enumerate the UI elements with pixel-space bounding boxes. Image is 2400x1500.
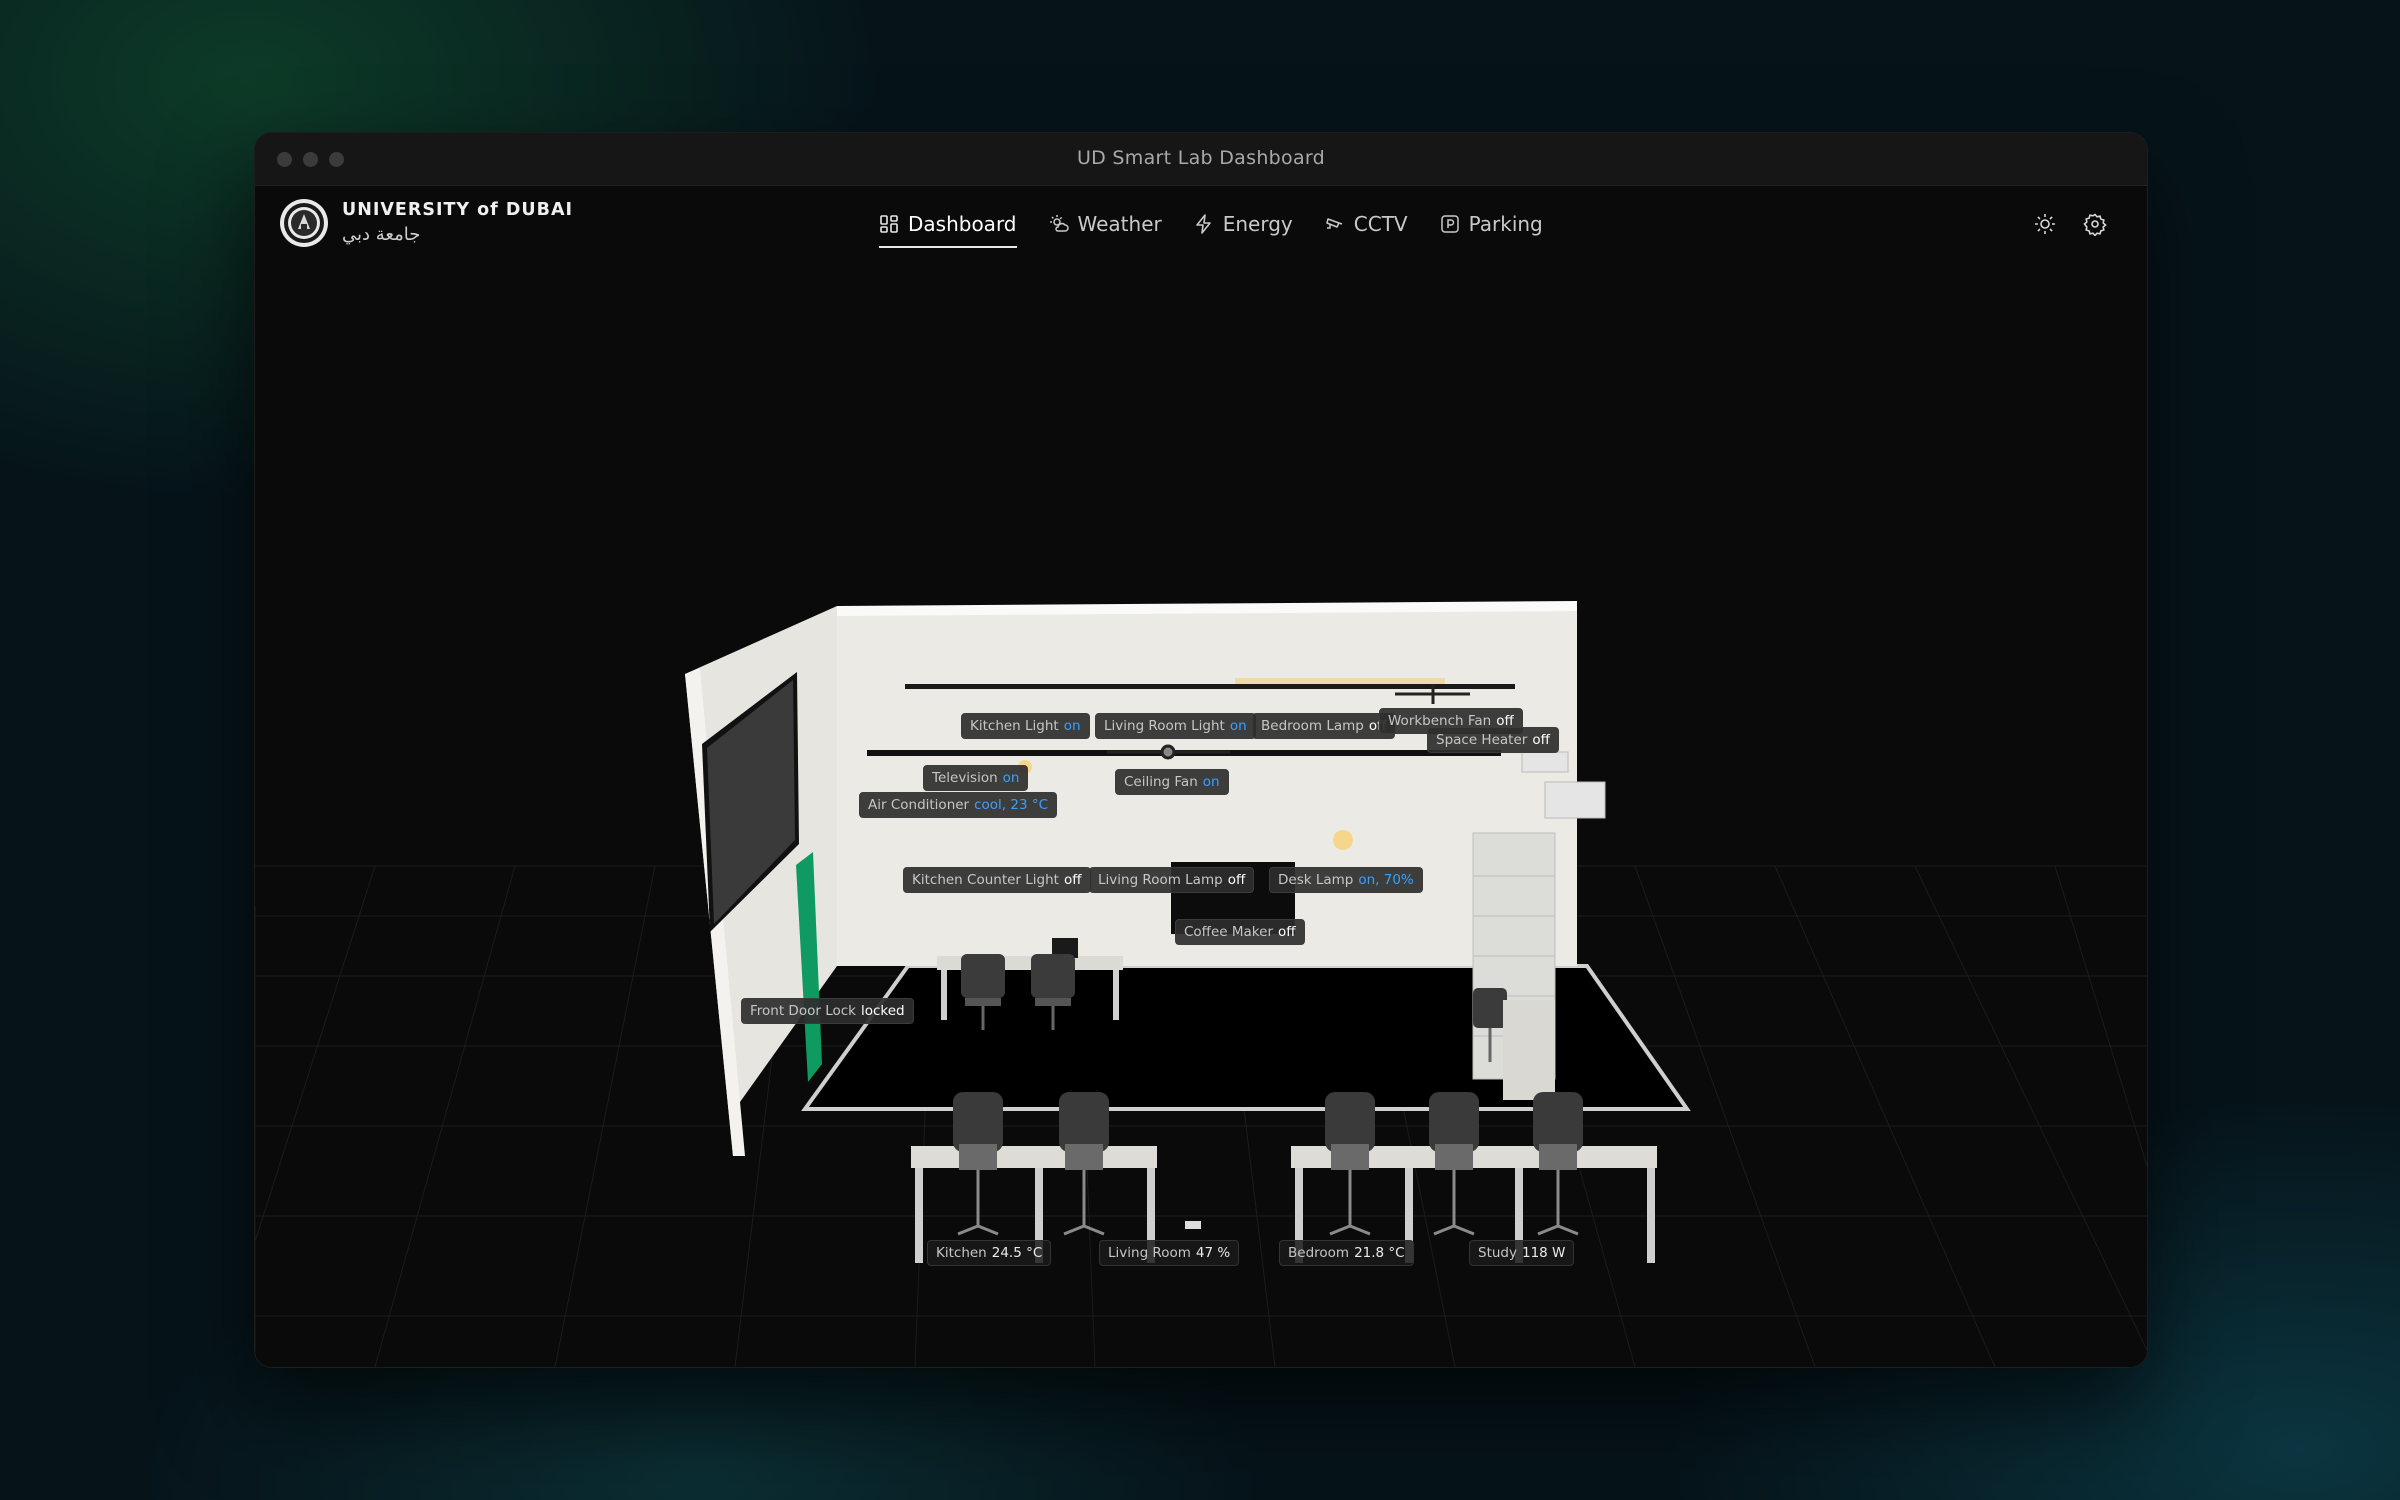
device-label-kitchen-light[interactable]: Kitchen Light on [961,713,1090,739]
device-label-front-door-lock[interactable]: Front Door Lock locked [741,998,914,1024]
ceiling-light-glow [1333,830,1353,850]
nav-tab-parking[interactable]: Parking [1440,204,1543,244]
light-strip [1235,678,1445,684]
device-label-space-heater[interactable]: Space Heater off [1427,727,1559,753]
device-name: Kitchen Light [970,718,1059,734]
nav-tab-dashboard[interactable]: Dashboard [879,204,1017,248]
front-chair-bases [957,1170,1579,1236]
main-nav: Dashboard Weather Energy CCTV Parking [879,204,1543,248]
weather-sun-cloud-icon [1049,215,1069,232]
sensor-label-living-room: Living Room 47 % [1099,1240,1240,1266]
sensor-label-kitchen: Kitchen 24.5 °C [927,1240,1052,1266]
sensor-value: 21.8 °C [1354,1245,1405,1261]
nav-tab-label: Energy [1222,212,1293,236]
device-state: on [1002,770,1020,786]
nav-tab-label: Weather [1077,212,1162,236]
device-label-living-room-lamp[interactable]: Living Room Lamp off [1089,867,1255,893]
theme-toggle-button[interactable] [2033,212,2057,236]
device-name: Living Room Lamp [1098,872,1223,888]
sensor-name: Bedroom [1288,1245,1350,1261]
device-name: Ceiling Fan [1124,774,1198,790]
device-state: locked [860,1003,905,1019]
nav-tab-label: Parking [1468,212,1543,236]
cctv-camera-icon [1326,218,1343,229]
brand-name-arabic: جامعة دبي [342,224,421,245]
device-state: on [1229,718,1247,734]
device-state: cool, 23 °C [974,797,1049,813]
gear-icon [2083,213,2107,237]
device-name: Front Door Lock [750,1003,856,1019]
device-label-desk-lamp[interactable]: Desk Lamp on, 70% [1269,867,1423,893]
device-state: off [1278,924,1296,940]
title-bar: UD Smart Lab Dashboard [255,133,2147,186]
sensor-label-study: Study 118 W [1469,1240,1575,1266]
university-logo [280,199,328,247]
toolbar [2033,212,2107,237]
sensor-value: 118 W [1521,1245,1566,1261]
device-label-living-room-light[interactable]: Living Room Light on [1095,713,1256,739]
window-title: UD Smart Lab Dashboard [1076,147,1326,169]
device-state: on [1202,774,1220,790]
app-header: UNIVERSITY of DUBAI جامعة دبي Dashboard … [255,186,2147,266]
ceiling-beam-2 [905,684,1515,689]
device-label-ceiling-fan[interactable]: Ceiling Fan on [1115,769,1229,795]
dashboard-grid-icon [880,215,898,233]
nav-tab-label: Dashboard [908,212,1017,236]
heater-unit [1521,751,1569,773]
nav-tab-label: CCTV [1353,212,1408,236]
lab-3d-scene [255,601,2147,1367]
device-label-television[interactable]: Television on [923,765,1029,791]
lightning-bolt-icon [1195,214,1211,234]
app-window: UD Smart Lab Dashboard UNIVERSITY of DUB… [254,132,2148,1368]
device-name: Living Room Light [1104,718,1225,734]
device-name: Desk Lamp [1278,872,1354,888]
nav-tab-energy[interactable]: Energy [1194,204,1293,244]
nav-tab-cctv[interactable]: CCTV [1325,204,1408,244]
device-name: Kitchen Counter Light [912,872,1059,888]
device-label-bedroom-lamp[interactable]: Bedroom Lamp off [1252,713,1396,739]
nav-tab-weather[interactable]: Weather [1049,204,1162,244]
device-label-coffee-maker[interactable]: Coffee Maker off [1175,919,1305,945]
parking-sign-icon [1440,215,1459,233]
study-desk [1503,1000,1555,1100]
device-name: Space Heater [1436,732,1528,748]
brand-name-english: UNIVERSITY of DUBAI [342,200,574,220]
device-name: Air Conditioner [868,797,970,813]
settings-button[interactable] [2083,212,2107,237]
sensor-value: 24.5 °C [991,1245,1043,1261]
device-state: on [1063,718,1081,734]
sensor-label-bedroom: Bedroom 21.8 °C [1279,1240,1414,1266]
device-state: off [1532,732,1550,748]
device-state: on, 70% [1358,872,1414,888]
device-label-air-conditioner[interactable]: Air Conditioner cool, 23 °C [859,792,1058,818]
device-name: Television [932,770,998,786]
3d-viewport[interactable]: Kitchen Light on Living Room Light on Bedr… [255,266,2147,1367]
device-name: Coffee Maker [1184,924,1274,940]
sun-icon [2035,214,2055,234]
sensor-name: Kitchen [936,1245,987,1261]
device-state: off [1227,872,1246,888]
sensor-name: Study [1478,1245,1517,1261]
device-name: Bedroom Lamp [1261,718,1364,734]
device-state: off [1063,872,1082,888]
ac-unit [1544,781,1606,819]
floor-outlet [1185,1221,1201,1229]
sensor-value: 47 % [1195,1245,1231,1261]
sensor-name: Living Room [1108,1245,1191,1261]
device-label-kitchen-counter-light[interactable]: Kitchen Counter Light off [903,867,1091,893]
